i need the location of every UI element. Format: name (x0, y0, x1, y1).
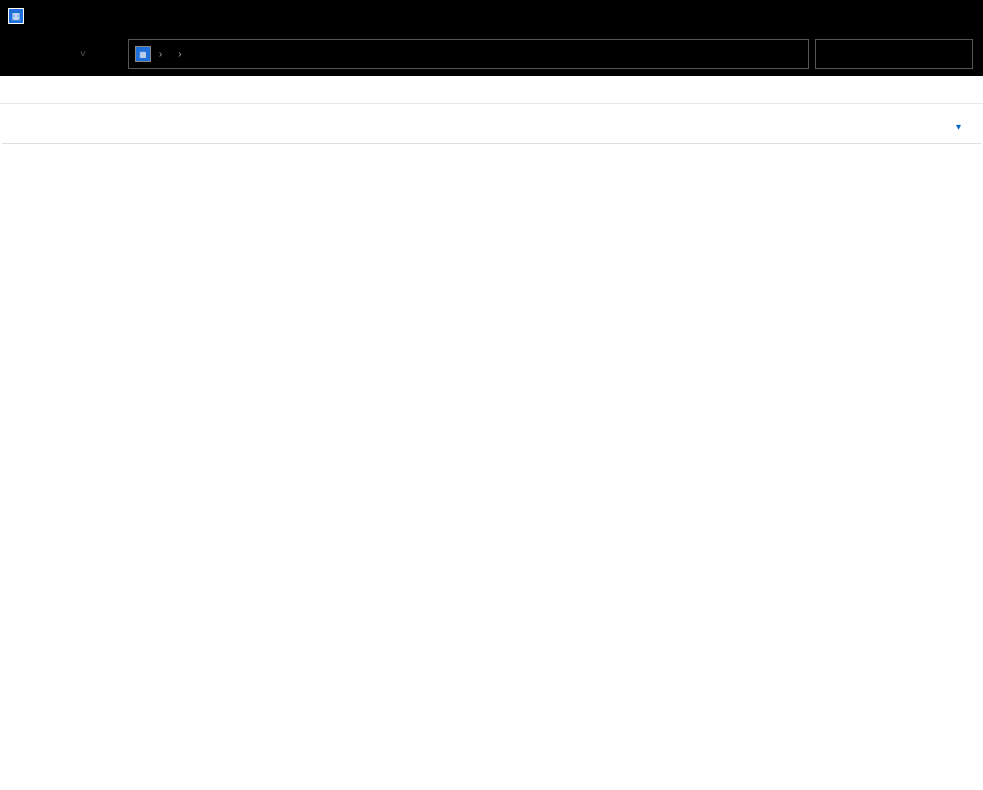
menu-tools[interactable] (72, 88, 92, 92)
breadcrumb-sep-icon: › (155, 49, 166, 60)
header-row: ▾ (0, 104, 983, 143)
up-button[interactable] (94, 40, 122, 68)
chevron-down-icon: ▾ (956, 122, 961, 133)
search-input[interactable] (824, 47, 964, 62)
search-box[interactable] (815, 39, 973, 69)
back-button[interactable] (10, 40, 38, 68)
menubar (0, 76, 983, 104)
history-dropdown[interactable]: ˅ (80, 49, 86, 60)
menu-file[interactable] (6, 88, 26, 92)
view-by-control[interactable]: ▾ (947, 118, 961, 133)
navbar: ˅ ▦ › › (0, 32, 983, 76)
menu-edit[interactable] (28, 88, 48, 92)
forward-button[interactable] (44, 40, 72, 68)
titlebar: ▦ (0, 0, 983, 32)
menu-view[interactable] (50, 88, 70, 92)
address-bar[interactable]: ▦ › › (128, 39, 809, 69)
items-scroll-area (0, 144, 983, 775)
breadcrumb-sep-icon: › (174, 49, 185, 60)
minimize-button[interactable] (935, 0, 975, 32)
control-panel-app-icon: ▦ (8, 8, 24, 24)
address-bar-icon: ▦ (135, 46, 151, 62)
